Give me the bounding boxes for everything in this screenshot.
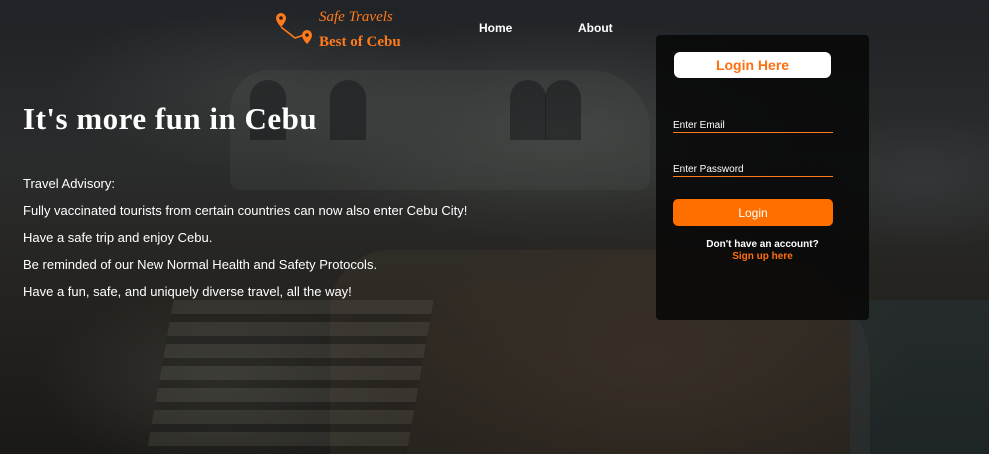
logo-name: Best of Cebu — [319, 34, 401, 50]
advisory-line: Have a fun, safe, and uniquely diverse t… — [23, 284, 352, 299]
password-field — [673, 159, 833, 178]
nav-about-link[interactable]: About — [578, 21, 613, 35]
logo-tagline: Safe Travels — [319, 9, 393, 25]
route-pin-icon — [276, 13, 312, 44]
background-steps — [146, 300, 434, 454]
background-arch — [330, 80, 366, 140]
hero-title: It's more fun in Cebu — [23, 101, 318, 136]
travel-advisory: Travel Advisory: Fully vaccinated touris… — [23, 170, 467, 305]
advisory-line: Have a safe trip and enjoy Cebu. — [23, 230, 213, 245]
nav-home-link[interactable]: Home — [479, 21, 512, 35]
login-panel: Login Here Login Don't have an account? … — [656, 35, 869, 320]
site-logo[interactable]: Safe Travels Best of Cebu — [273, 8, 413, 54]
email-field — [673, 115, 833, 134]
login-heading: Login Here — [674, 52, 831, 78]
no-account-text: Don't have an account? — [706, 239, 819, 250]
background-arch — [545, 80, 581, 140]
signup-link[interactable]: Sign up here — [656, 251, 869, 263]
password-input[interactable] — [673, 161, 833, 178]
signup-prompt: Don't have an account? Sign up here — [656, 239, 869, 263]
email-input[interactable] — [673, 117, 833, 134]
background-sea — [850, 300, 989, 454]
background-arch — [510, 80, 546, 140]
login-button[interactable]: Login — [673, 199, 833, 226]
advisory-line: Fully vaccinated tourists from certain c… — [23, 203, 468, 218]
advisory-line: Be reminded of our New Normal Health and… — [23, 257, 378, 272]
advisory-line: Travel Advisory: — [23, 176, 115, 191]
